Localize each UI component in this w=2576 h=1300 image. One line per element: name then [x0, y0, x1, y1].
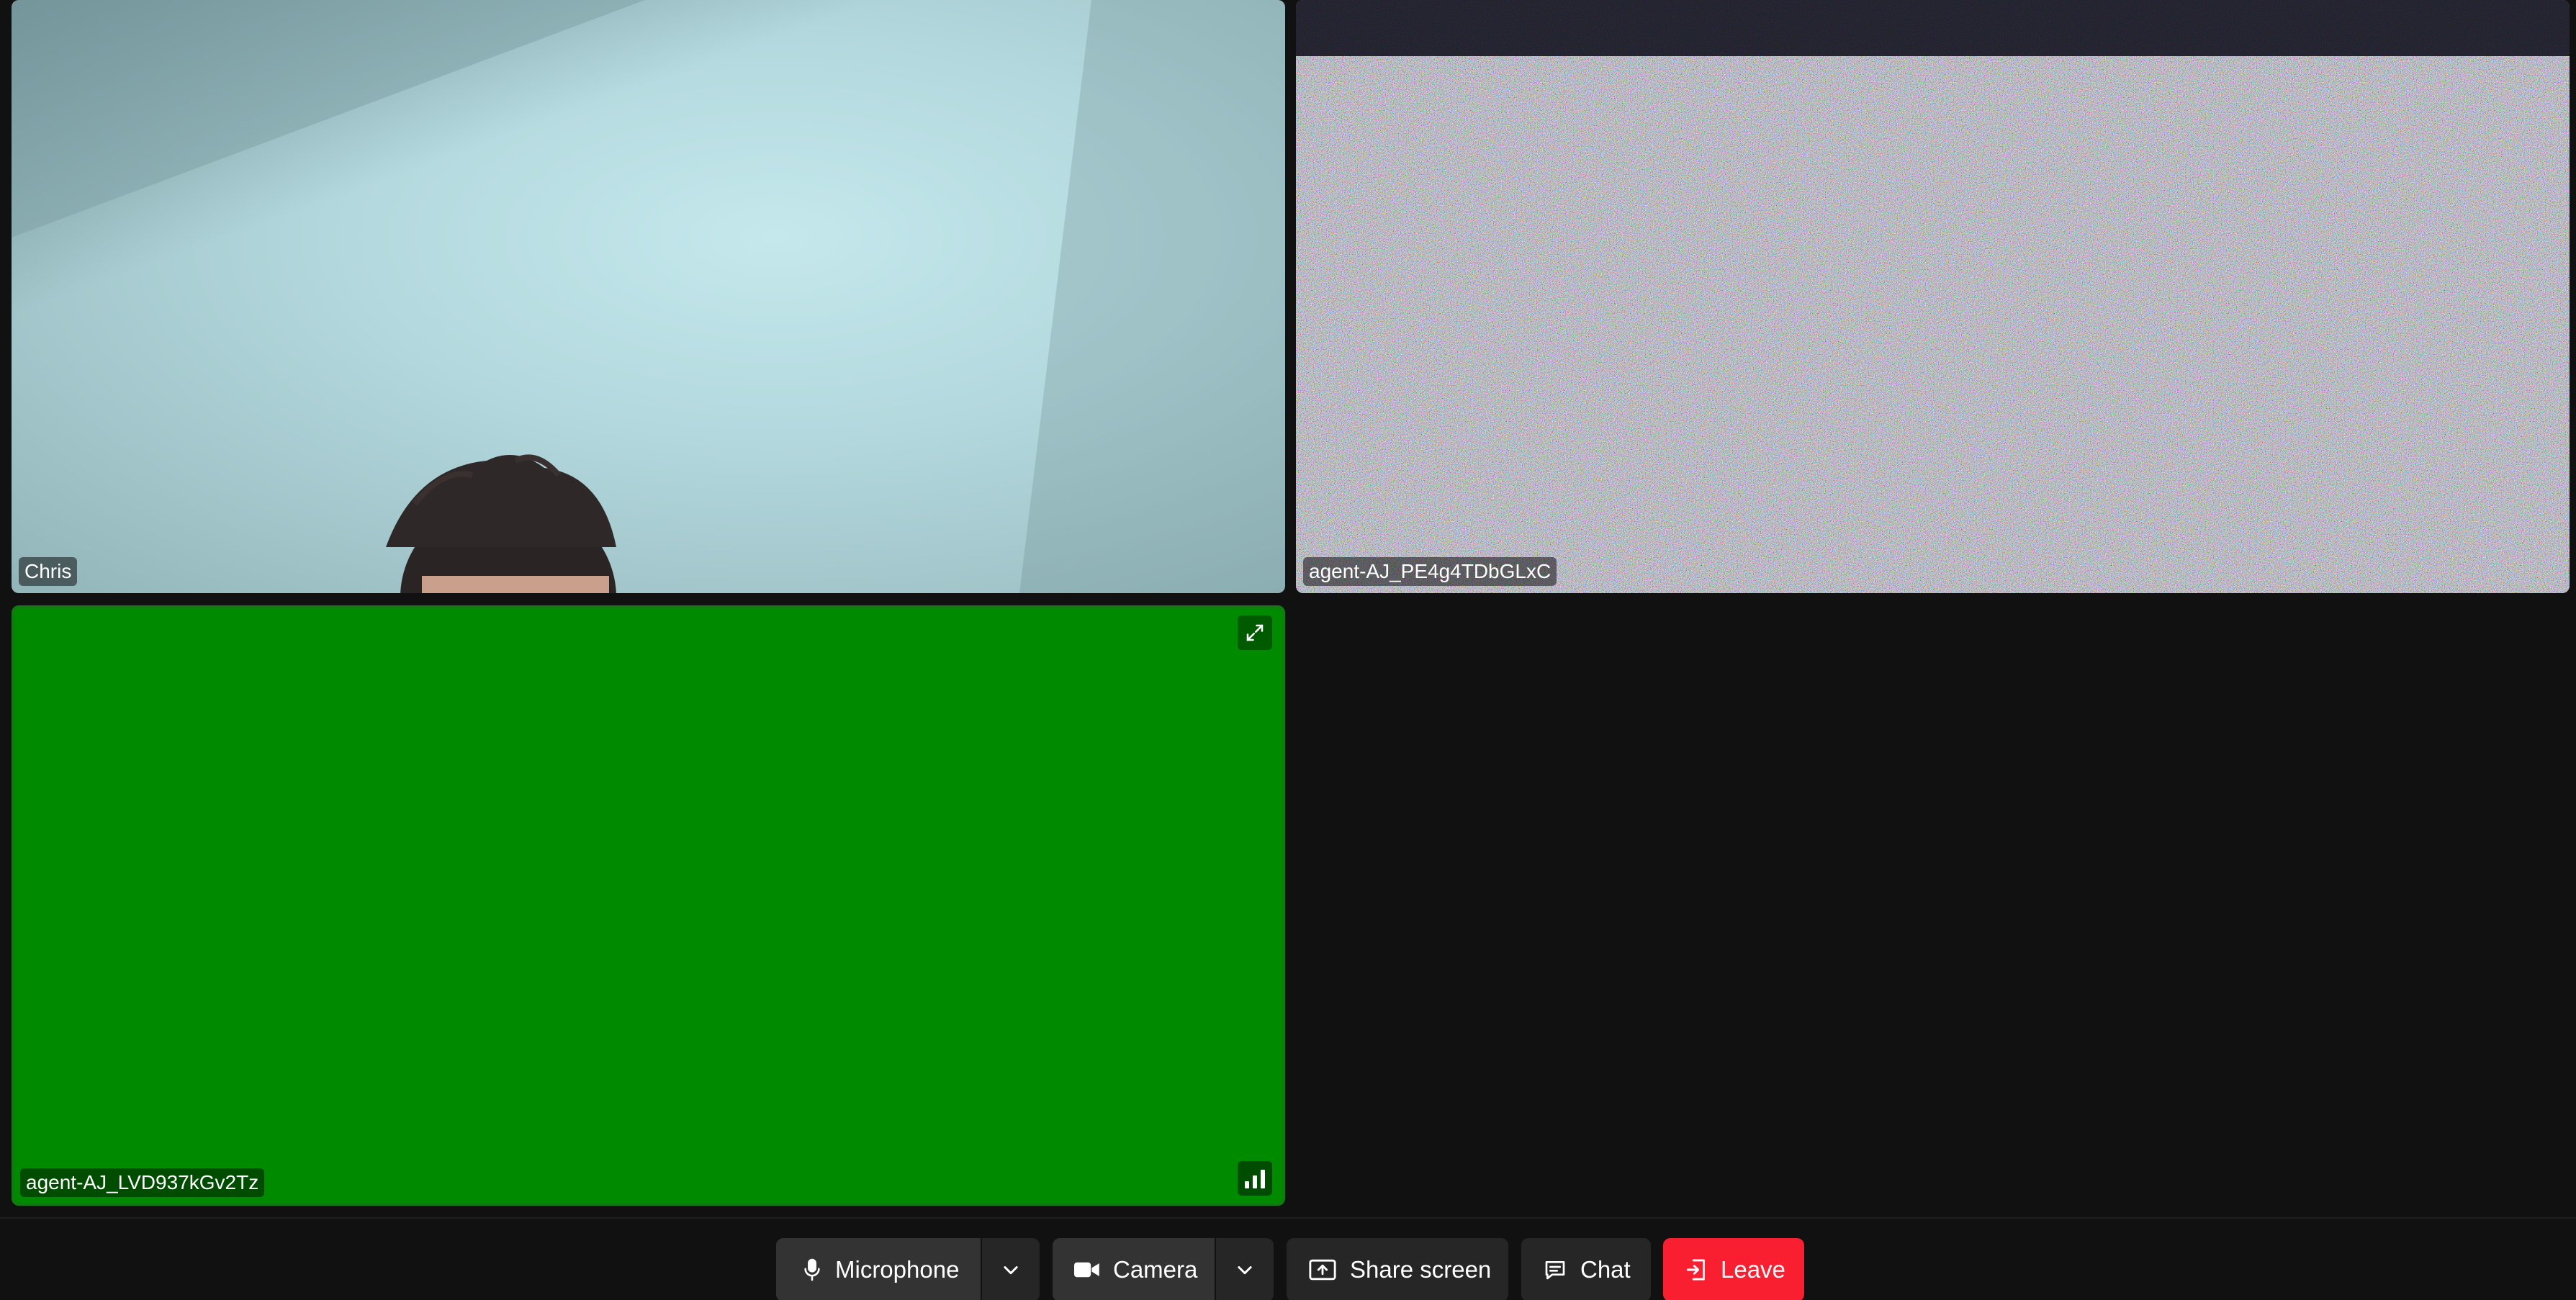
chevron-down-icon: [1004, 1266, 1018, 1275]
control-bar: Microphone Camera Share screen Chat Leav…: [0, 1217, 2576, 1300]
chat-label: Chat: [1580, 1256, 1631, 1283]
participant-name-tag: agent-AJ_LVD937kGv2Tz: [20, 1168, 265, 1197]
participant-tile-agent-lvd937[interactable]: agent-AJ_LVD937kGv2Tz: [12, 605, 1285, 1206]
signal-strength-icon: [1238, 1161, 1272, 1196]
noise-video-feed: [1296, 0, 2570, 593]
participant-name-tag: agent-AJ_PE4g4TDbGLxC: [1303, 557, 1557, 586]
leave-door-icon: [1686, 1259, 1705, 1281]
chat-button[interactable]: Chat: [1521, 1238, 1651, 1300]
share-screen-icon: [1309, 1259, 1336, 1281]
camera-feed: [12, 0, 1285, 593]
share-screen-button[interactable]: Share screen: [1287, 1238, 1508, 1300]
camera-options-button[interactable]: [1216, 1238, 1274, 1300]
participant-tile-agent-pe4g4[interactable]: agent-AJ_PE4g4TDbGLxC: [1296, 0, 2570, 593]
leave-label: Leave: [1721, 1256, 1785, 1283]
participant-name-tag: Chris: [19, 557, 78, 586]
chat-bubble-icon: [1545, 1261, 1565, 1280]
expand-icon[interactable]: [1238, 615, 1272, 650]
participant-tile-chris[interactable]: Chris: [12, 0, 1285, 593]
microphone-label: Microphone: [835, 1256, 960, 1283]
microphone-icon: [804, 1258, 820, 1281]
chevron-down-icon: [1238, 1266, 1252, 1275]
camera-button[interactable]: Camera: [1053, 1238, 1215, 1300]
video-camera-icon: [1074, 1262, 1099, 1278]
share-screen-label: Share screen: [1350, 1256, 1492, 1283]
microphone-options-button[interactable]: [982, 1238, 1040, 1300]
leave-button[interactable]: Leave: [1663, 1238, 1804, 1300]
microphone-button[interactable]: Microphone: [776, 1238, 981, 1300]
video-conference-app: Chris agent-AJ_PE4g4TDbGLxC agent-AJ_LVD…: [0, 0, 2576, 1300]
camera-label: Camera: [1113, 1256, 1198, 1283]
